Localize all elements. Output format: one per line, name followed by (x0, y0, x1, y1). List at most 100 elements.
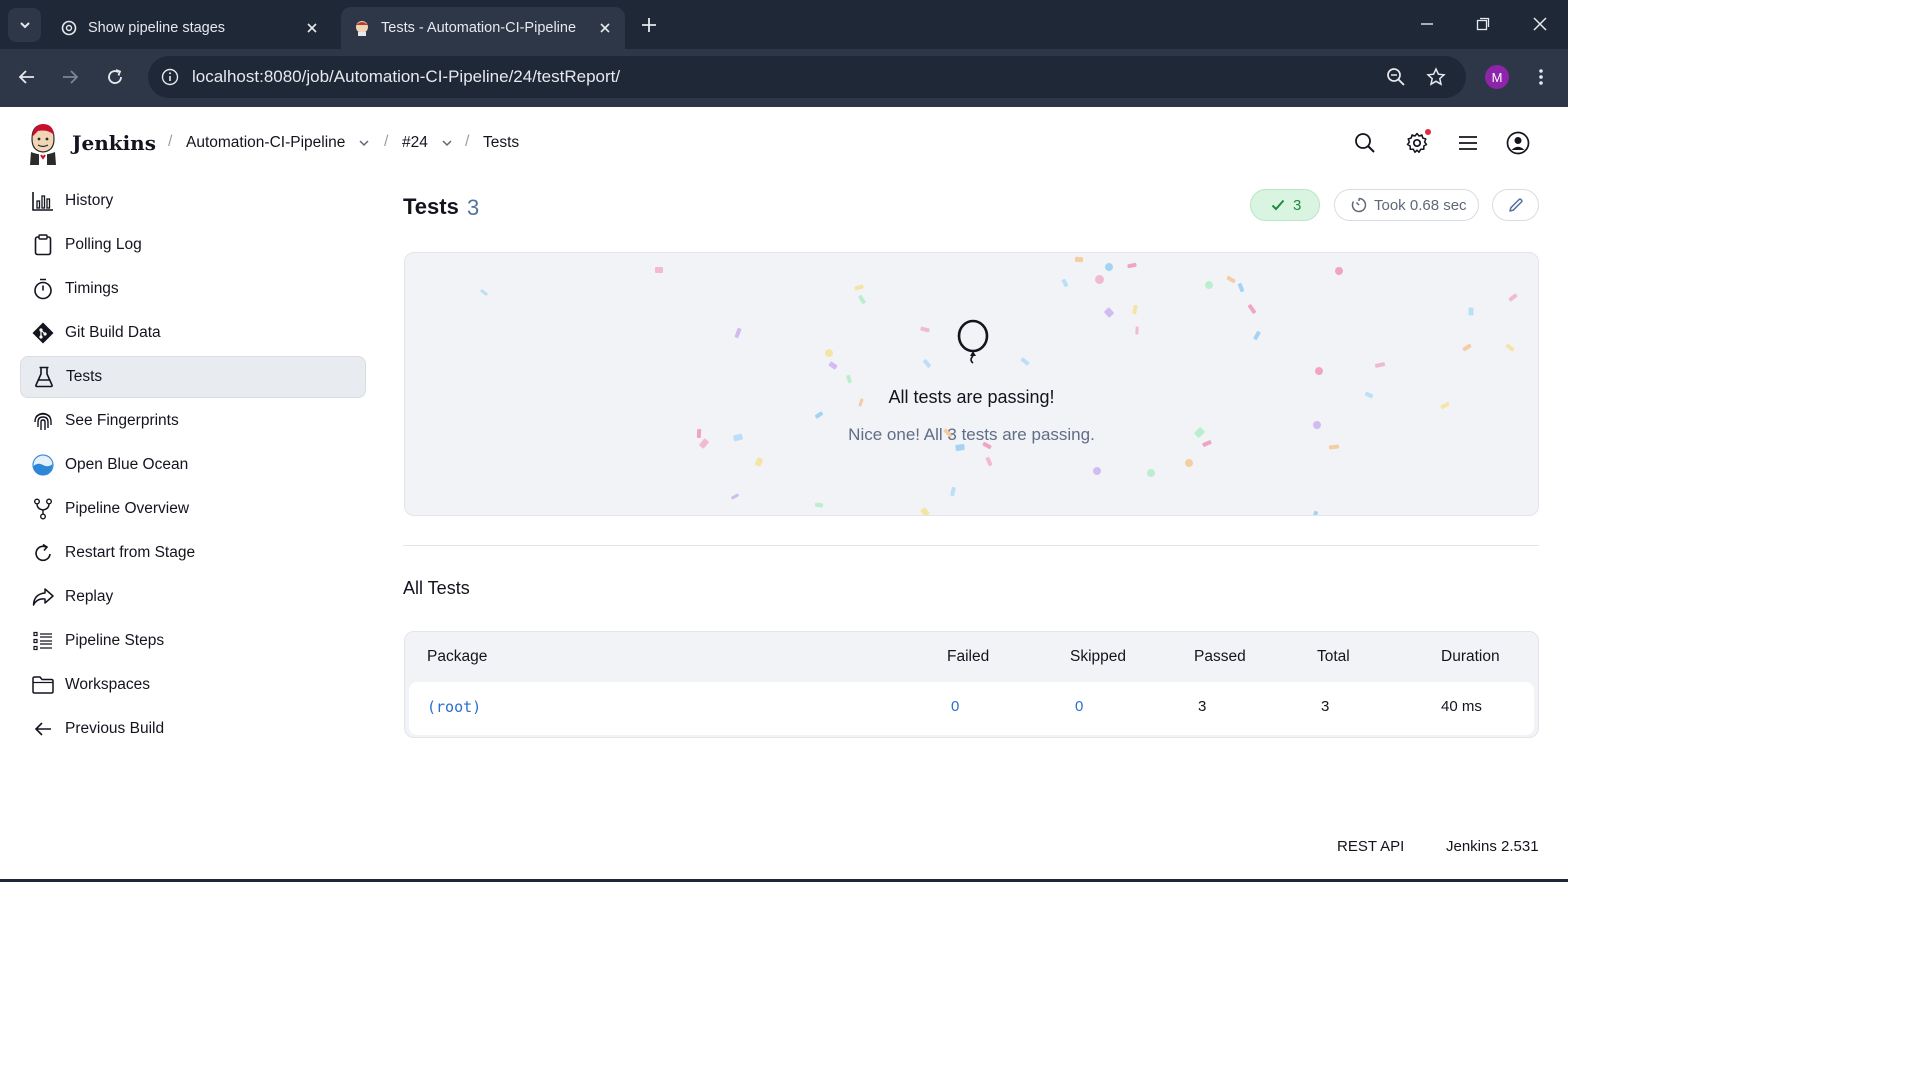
section-divider (403, 545, 1539, 546)
chevron-down-icon[interactable] (357, 136, 371, 150)
sidebar-item-timings[interactable]: Timings (20, 268, 366, 310)
sidebar-item-label: Tests (66, 368, 103, 385)
confetti-piece (1145, 467, 1157, 479)
breadcrumb-label: Tests (483, 134, 520, 151)
confetti-piece (1468, 307, 1474, 316)
confetti-piece (1020, 357, 1030, 366)
url-text: localhost:8080/job/Automation-CI-Pipelin… (192, 67, 621, 86)
flask-icon (33, 366, 55, 388)
back-button[interactable] (12, 62, 42, 92)
search-icon (1355, 133, 1375, 153)
jenkins-favicon-icon (353, 19, 371, 37)
confetti-piece (734, 327, 742, 339)
confetti-piece (985, 456, 993, 467)
sidebar-item-restart-from-stage[interactable]: Restart from Stage (20, 532, 366, 574)
menu-button[interactable] (1455, 130, 1481, 156)
restore-button[interactable] (1469, 10, 1497, 38)
passed-badge: 3 (1250, 189, 1320, 221)
browser-tab-pipeline-stages[interactable]: Show pipeline stages (48, 7, 332, 49)
edit-button[interactable] (1492, 189, 1539, 221)
chevron-down-icon[interactable] (440, 136, 454, 150)
failed-count-link[interactable]: 0 (951, 698, 959, 715)
rest-api-link[interactable]: REST API (1337, 838, 1404, 855)
sidebar-item-pipeline-overview[interactable]: Pipeline Overview (20, 488, 366, 530)
breadcrumb-separator: / (384, 133, 389, 150)
confetti-piece (1247, 303, 1257, 315)
git-icon (32, 322, 54, 344)
forward-button[interactable] (55, 62, 85, 92)
skipped-count-link[interactable]: 0 (1075, 698, 1083, 715)
sidebar-item-label: Previous Build (65, 720, 165, 737)
new-tab-button[interactable] (636, 12, 662, 38)
confetti-piece (1374, 362, 1386, 368)
jenkins-version-link[interactable]: Jenkins 2.531 (1446, 838, 1539, 855)
browser-tab-tests[interactable]: Tests - Automation-CI-Pipeline (341, 7, 625, 49)
close-icon (1533, 17, 1547, 31)
manage-jenkins-button[interactable] (1404, 129, 1431, 156)
site-info-icon[interactable] (158, 65, 182, 89)
bookmark-star-icon[interactable] (1424, 65, 1448, 89)
browser-menu-button[interactable] (1528, 63, 1554, 91)
breadcrumb-build[interactable]: #24 (402, 134, 454, 152)
confetti-piece (1253, 330, 1261, 341)
close-tab-icon[interactable] (300, 16, 324, 40)
confetti-piece (1328, 444, 1340, 450)
sidebar-item-see-fingerprints[interactable]: See Fingerprints (20, 400, 366, 442)
confetti-piece (1311, 510, 1319, 515)
confetti-piece (1127, 262, 1137, 269)
search-button[interactable] (1352, 130, 1378, 156)
confetti-piece (1237, 282, 1245, 293)
sidebar-item-tests[interactable]: Tests (20, 356, 366, 398)
duration-badge: Took 0.68 sec (1334, 189, 1479, 221)
confetti-piece (814, 411, 824, 419)
column-header-passed[interactable]: Passed (1194, 648, 1246, 666)
minimize-button[interactable] (1413, 10, 1441, 38)
tab-search-button[interactable] (8, 8, 41, 42)
table-row: (root) 0 0 3 3 40 ms (409, 682, 1534, 735)
sidebar-item-pipeline-steps[interactable]: Pipeline Steps (20, 620, 366, 662)
profile-avatar[interactable]: M (1485, 65, 1509, 89)
sidebar-item-label: See Fingerprints (65, 412, 179, 429)
window-bottom-edge (0, 879, 1568, 882)
column-header-package[interactable]: Package (427, 648, 487, 666)
sidebar-item-label: Replay (65, 588, 114, 605)
package-link[interactable]: (root) (427, 698, 481, 716)
sidebar-item-git-build-data[interactable]: Git Build Data (20, 312, 366, 354)
confetti-piece (857, 294, 867, 305)
sidebar-item-previous-build[interactable]: Previous Build (20, 708, 366, 750)
confetti-piece (814, 502, 824, 508)
timer-icon (1351, 197, 1367, 213)
duration-text: Took 0.68 sec (1374, 196, 1467, 214)
address-bar[interactable]: localhost:8080/job/Automation-CI-Pipelin… (148, 56, 1466, 98)
confetti-piece (1538, 354, 1539, 361)
column-header-failed[interactable]: Failed (947, 648, 989, 666)
jenkins-logo-icon[interactable] (26, 121, 60, 167)
tab-title: Tests - Automation-CI-Pipeline (381, 20, 577, 36)
jenkins-brand[interactable]: Jenkins (72, 131, 156, 155)
page-title: Tests (403, 194, 459, 219)
breadcrumb-tests[interactable]: Tests (483, 134, 519, 152)
sidebar-item-workspaces[interactable]: Workspaces (20, 664, 366, 706)
hamburger-icon (1459, 136, 1477, 150)
column-header-total[interactable]: Total (1317, 648, 1350, 666)
close-window-button[interactable] (1526, 10, 1554, 38)
sidebar-item-history[interactable]: History (20, 180, 366, 222)
arrow-left-icon (18, 70, 34, 84)
sidebar-item-open-blue-ocean[interactable]: Open Blue Ocean (20, 444, 366, 486)
column-header-duration[interactable]: Duration (1441, 648, 1500, 666)
breadcrumb-job[interactable]: Automation-CI-Pipeline (186, 134, 371, 152)
clipboard-icon (32, 234, 54, 256)
chatgpt-icon (60, 19, 78, 37)
user-account-button[interactable] (1505, 130, 1531, 156)
close-tab-icon[interactable] (593, 16, 617, 40)
jenkins-header: Jenkins / Automation-CI-Pipeline / #24 /… (0, 107, 1568, 179)
sidebar-item-replay[interactable]: Replay (20, 576, 366, 618)
reload-icon (108, 69, 122, 84)
browser-tab-bar: Show pipeline stages Tests - Automation-… (0, 0, 1568, 49)
folder-icon (32, 674, 54, 696)
confetti-piece (1508, 293, 1518, 302)
sidebar-item-polling-log[interactable]: Polling Log (20, 224, 366, 266)
reload-button[interactable] (100, 62, 130, 92)
zoom-icon[interactable] (1384, 65, 1408, 89)
column-header-skipped[interactable]: Skipped (1070, 648, 1126, 666)
